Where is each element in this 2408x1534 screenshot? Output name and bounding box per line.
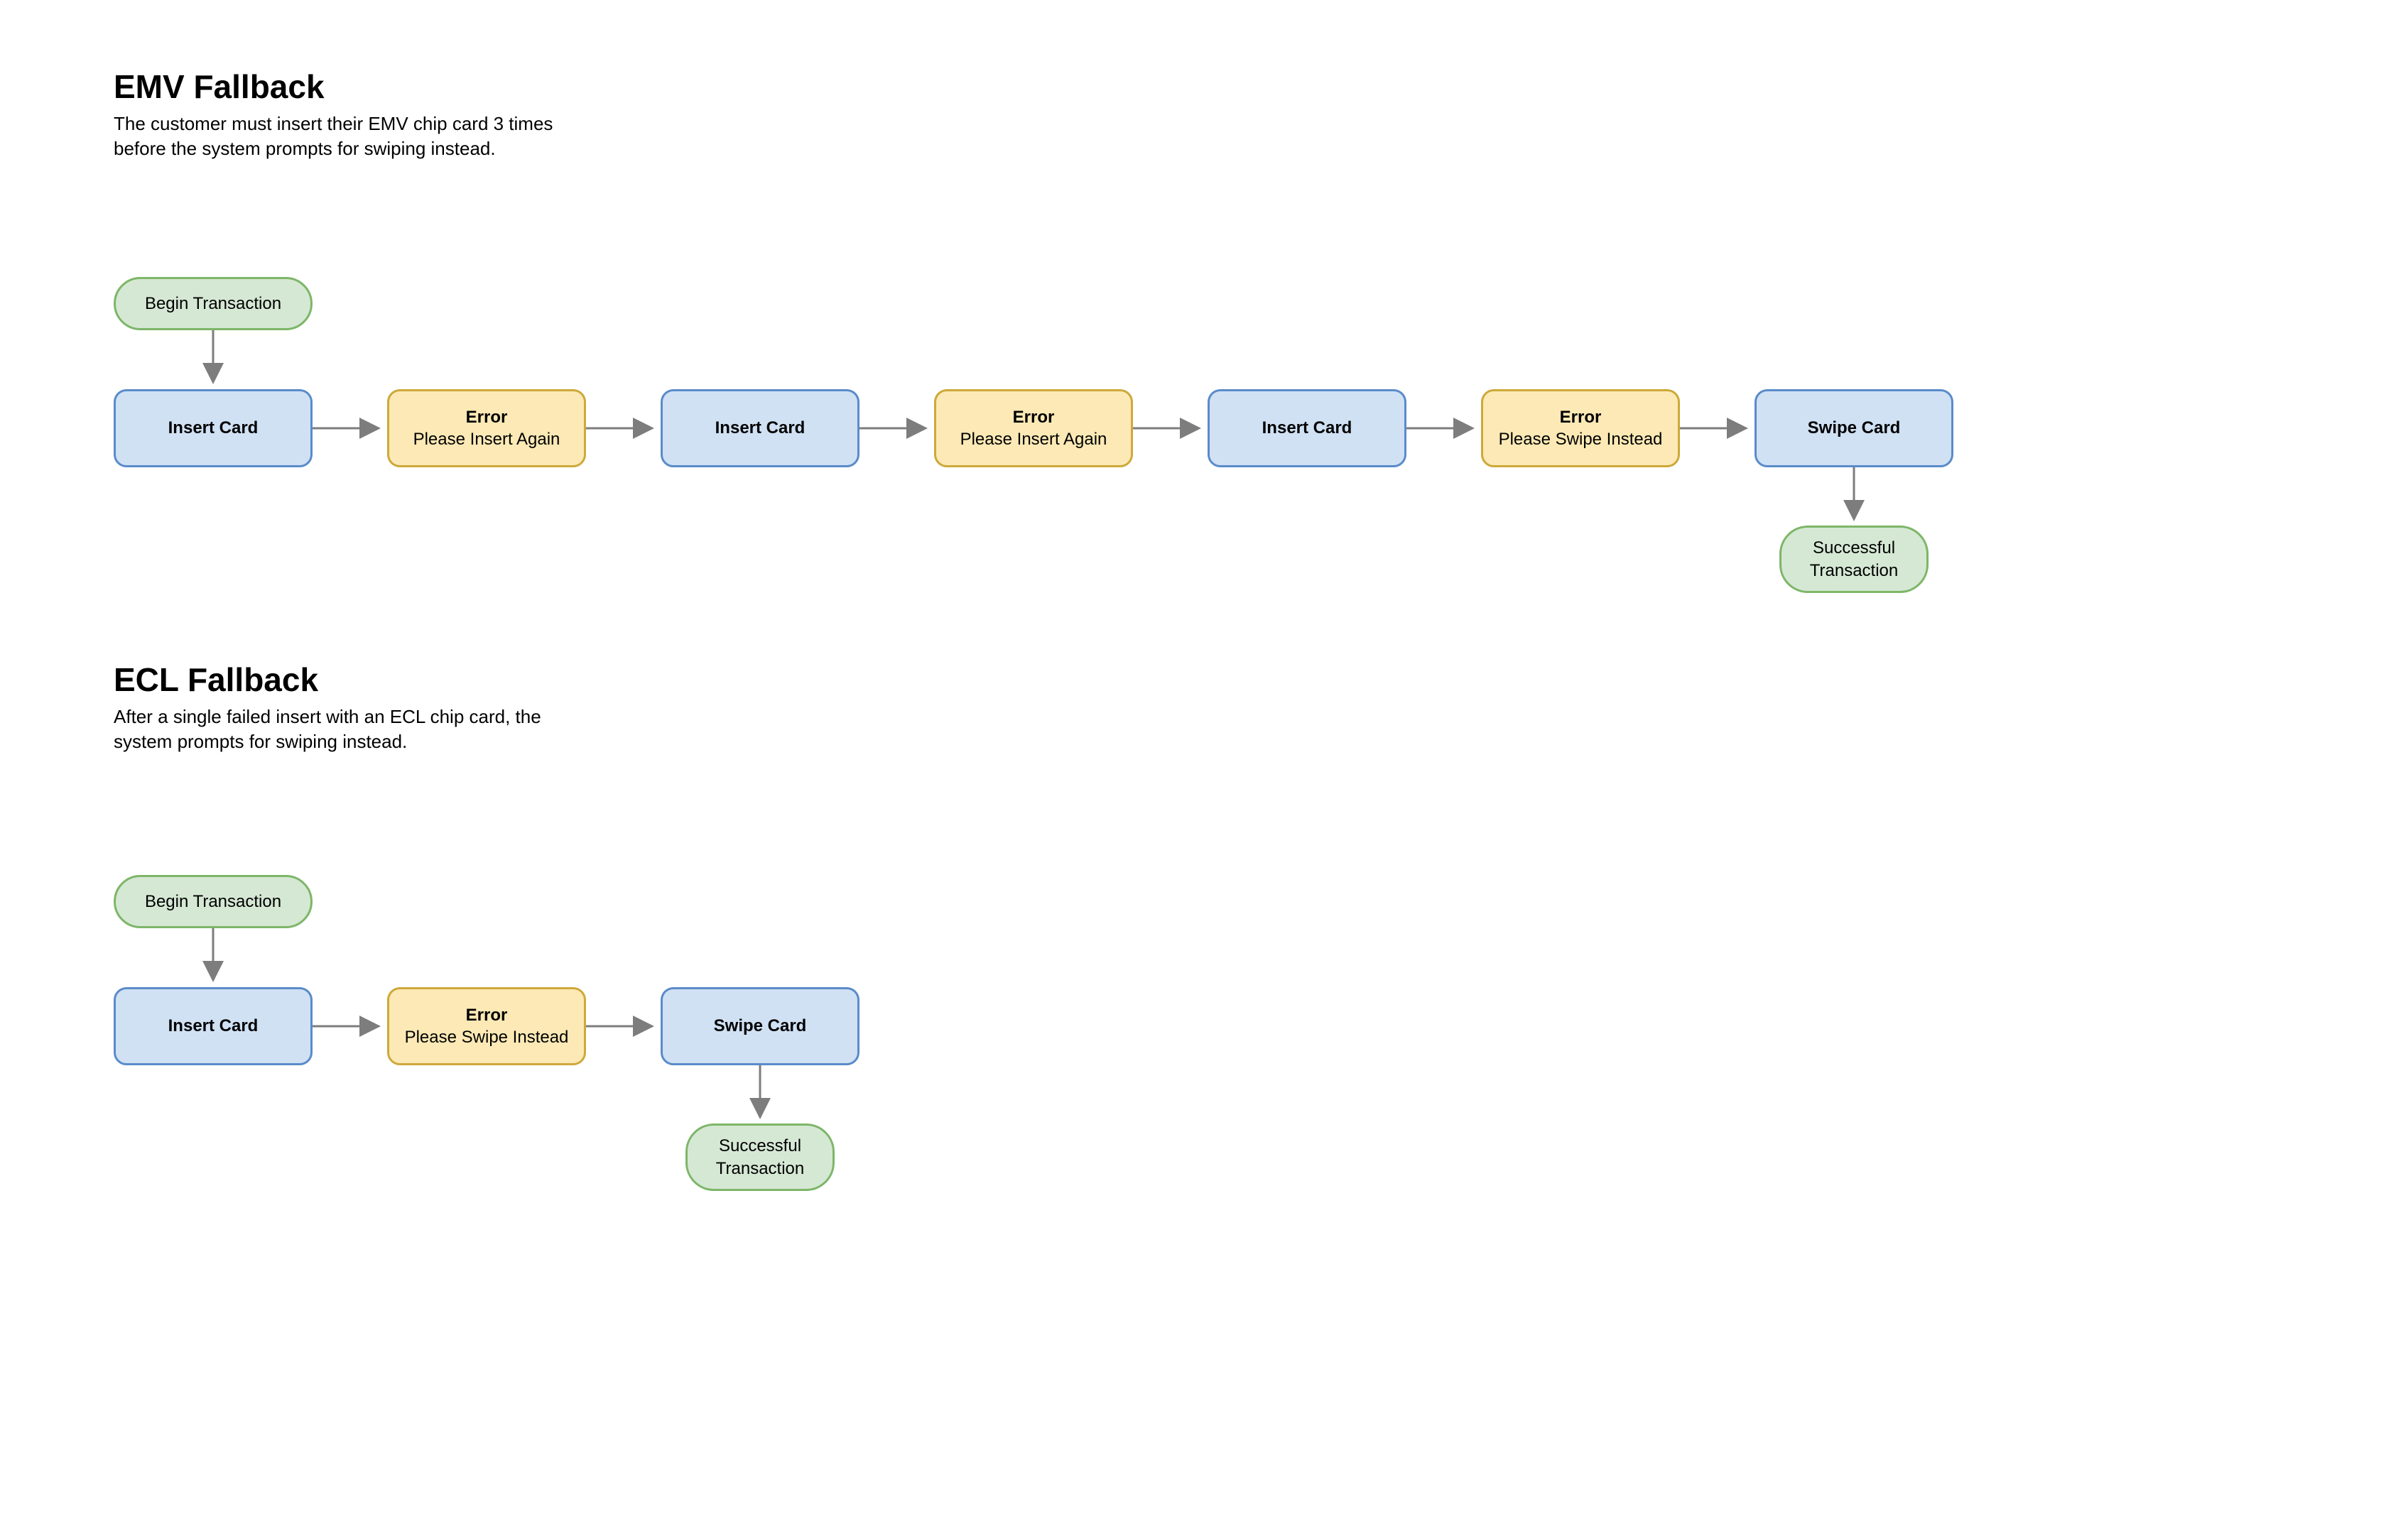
arrow-icon: [1680, 428, 1751, 431]
emv-title: EMV Fallback: [114, 67, 554, 106]
arrow-icon: [213, 330, 216, 387]
arrow-icon: [859, 428, 931, 431]
emv-error1-title: Error: [466, 406, 508, 428]
arrow-icon: [313, 428, 384, 431]
emv-swipe-node: Swipe Card: [1755, 389, 1953, 467]
ecl-insert1-label: Insert Card: [168, 1015, 259, 1037]
ecl-swipe-node: Swipe Card: [661, 987, 859, 1065]
ecl-description: After a single failed insert with an ECL…: [114, 705, 554, 754]
emv-section-header: EMV Fallback The customer must insert th…: [114, 67, 554, 161]
arrow-icon: [313, 1026, 384, 1029]
arrow-icon: [1133, 428, 1204, 431]
emv-description: The customer must insert their EMV chip …: [114, 111, 554, 161]
ecl-insert1-node: Insert Card: [114, 987, 313, 1065]
arrow-icon: [1406, 428, 1477, 431]
emv-insert3-label: Insert Card: [1262, 417, 1352, 439]
emv-insert2-node: Insert Card: [661, 389, 859, 467]
ecl-begin-node: Begin Transaction: [114, 875, 313, 928]
emv-error1-node: Error Please Insert Again: [387, 389, 586, 467]
arrow-icon: [586, 428, 657, 431]
arrow-icon: [586, 1026, 657, 1029]
ecl-error1-sub: Please Swipe Instead: [405, 1026, 569, 1048]
emv-error2-node: Error Please Insert Again: [934, 389, 1133, 467]
emv-success-label: Successful Transaction: [1789, 537, 1919, 581]
ecl-error1-title: Error: [466, 1004, 508, 1026]
emv-swipe-label: Swipe Card: [1808, 417, 1901, 439]
emv-insert3-node: Insert Card: [1208, 389, 1406, 467]
ecl-swipe-label: Swipe Card: [714, 1015, 807, 1037]
emv-error3-title: Error: [1560, 406, 1602, 428]
emv-error2-sub: Please Insert Again: [960, 428, 1107, 450]
arrow-icon: [213, 928, 216, 985]
emv-begin-label: Begin Transaction: [145, 293, 281, 315]
ecl-section-header: ECL Fallback After a single failed inser…: [114, 660, 554, 754]
emv-error3-sub: Please Swipe Instead: [1499, 428, 1663, 450]
emv-insert1-label: Insert Card: [168, 417, 259, 439]
emv-insert2-label: Insert Card: [715, 417, 806, 439]
emv-begin-node: Begin Transaction: [114, 277, 313, 330]
emv-insert1-node: Insert Card: [114, 389, 313, 467]
ecl-begin-label: Begin Transaction: [145, 891, 281, 913]
arrow-icon: [760, 1065, 763, 1122]
ecl-title: ECL Fallback: [114, 660, 554, 699]
emv-error3-node: Error Please Swipe Instead: [1481, 389, 1680, 467]
ecl-success-node: Successful Transaction: [685, 1124, 835, 1191]
emv-error2-title: Error: [1013, 406, 1055, 428]
ecl-success-label: Successful Transaction: [695, 1135, 825, 1179]
arrow-icon: [1854, 467, 1857, 524]
ecl-error1-node: Error Please Swipe Instead: [387, 987, 586, 1065]
emv-error1-sub: Please Insert Again: [413, 428, 560, 450]
emv-success-node: Successful Transaction: [1779, 526, 1929, 593]
